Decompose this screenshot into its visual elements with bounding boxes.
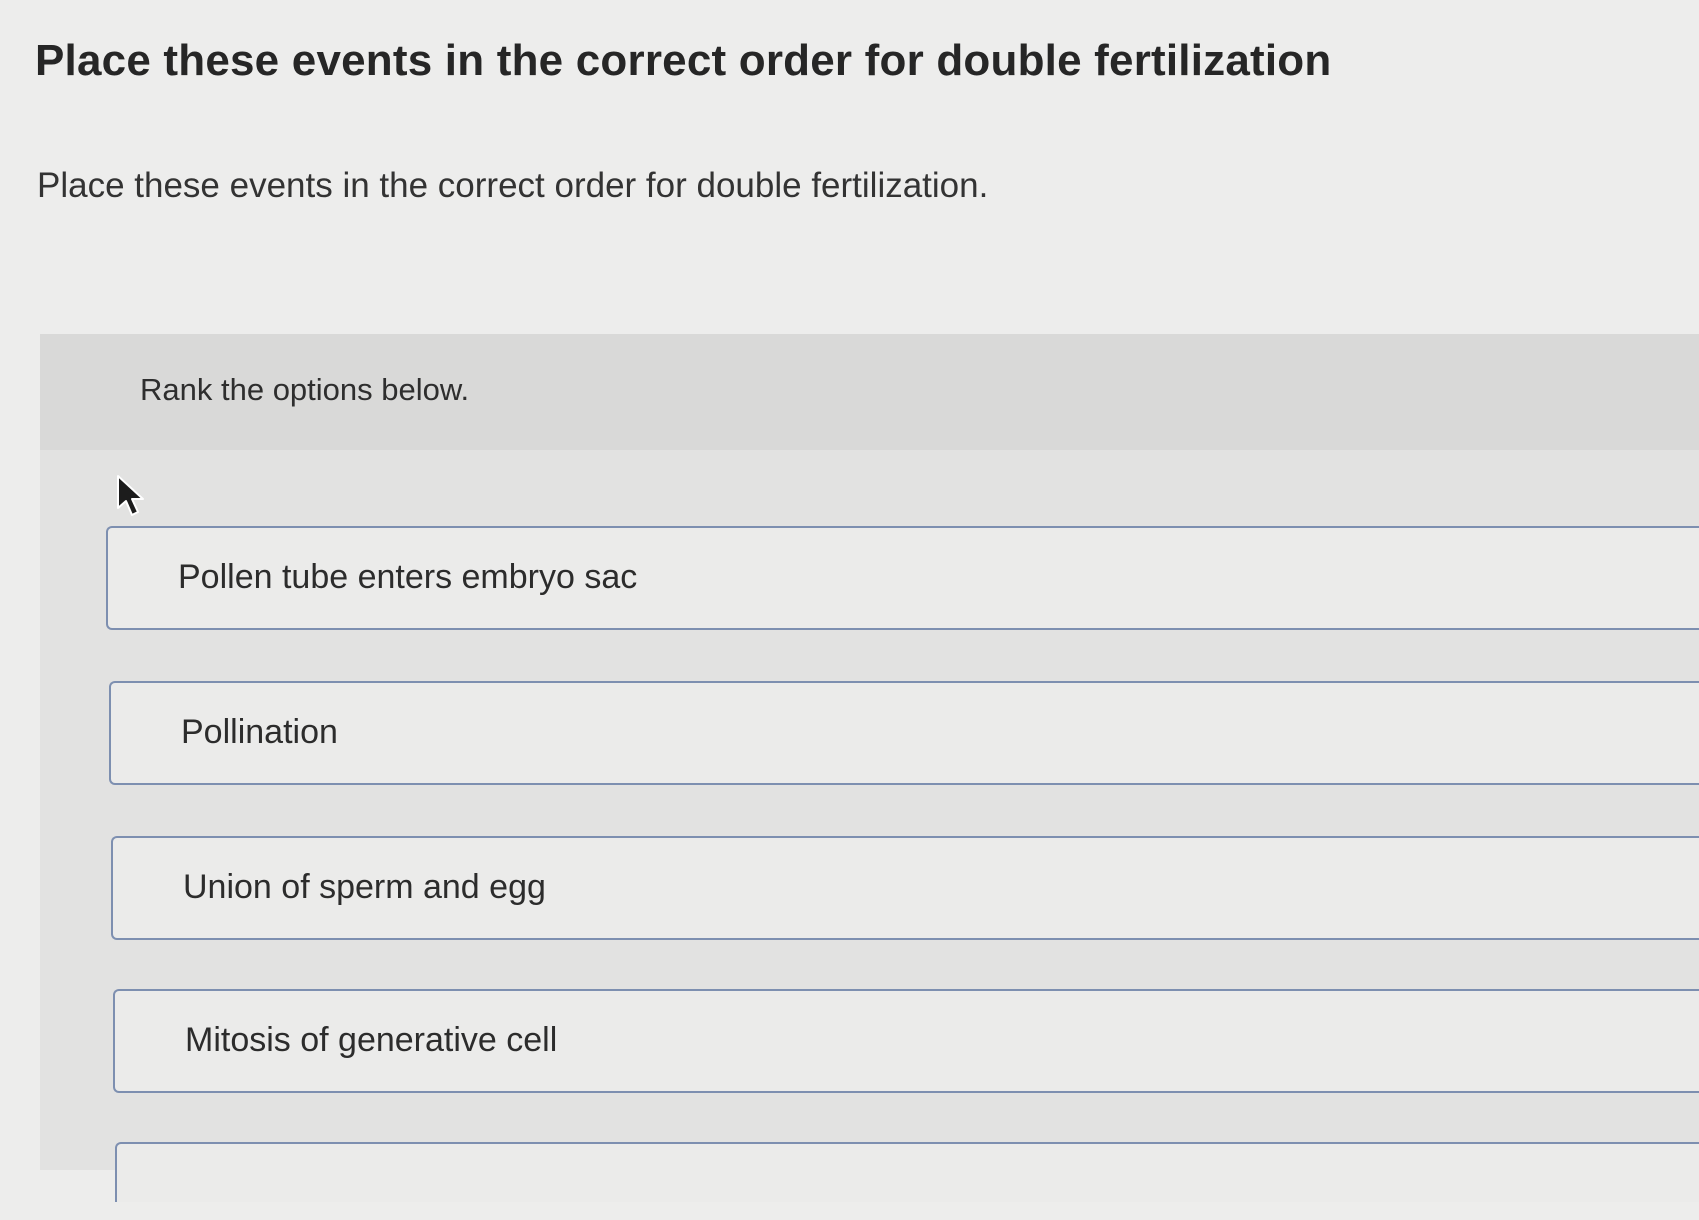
page-title: Place these events in the correct order … — [35, 36, 1332, 85]
rank-option-label: Pollination — [181, 713, 338, 751]
mouse-pointer-icon — [117, 475, 144, 516]
ranking-header: Rank the options below. — [40, 334, 1699, 450]
rank-option-pollen-tube[interactable]: Pollen tube enters embryo sac — [106, 526, 1699, 630]
question-prompt: Place these events in the correct order … — [37, 166, 989, 205]
ranking-instructions: Rank the options below. — [140, 372, 470, 407]
rank-option-label: Union of sperm and egg — [183, 868, 546, 906]
rank-option-union-sperm-egg[interactable]: Union of sperm and egg — [111, 836, 1699, 940]
rank-option-label: Mitosis of generative cell — [185, 1021, 558, 1059]
rank-option-label: Pollen tube enters embryo sac — [178, 558, 638, 596]
rank-option-pollination[interactable]: Pollination — [109, 681, 1699, 785]
rank-option-partial[interactable] — [115, 1142, 1699, 1202]
rank-option-mitosis-generative-cell[interactable]: Mitosis of generative cell — [113, 989, 1699, 1093]
